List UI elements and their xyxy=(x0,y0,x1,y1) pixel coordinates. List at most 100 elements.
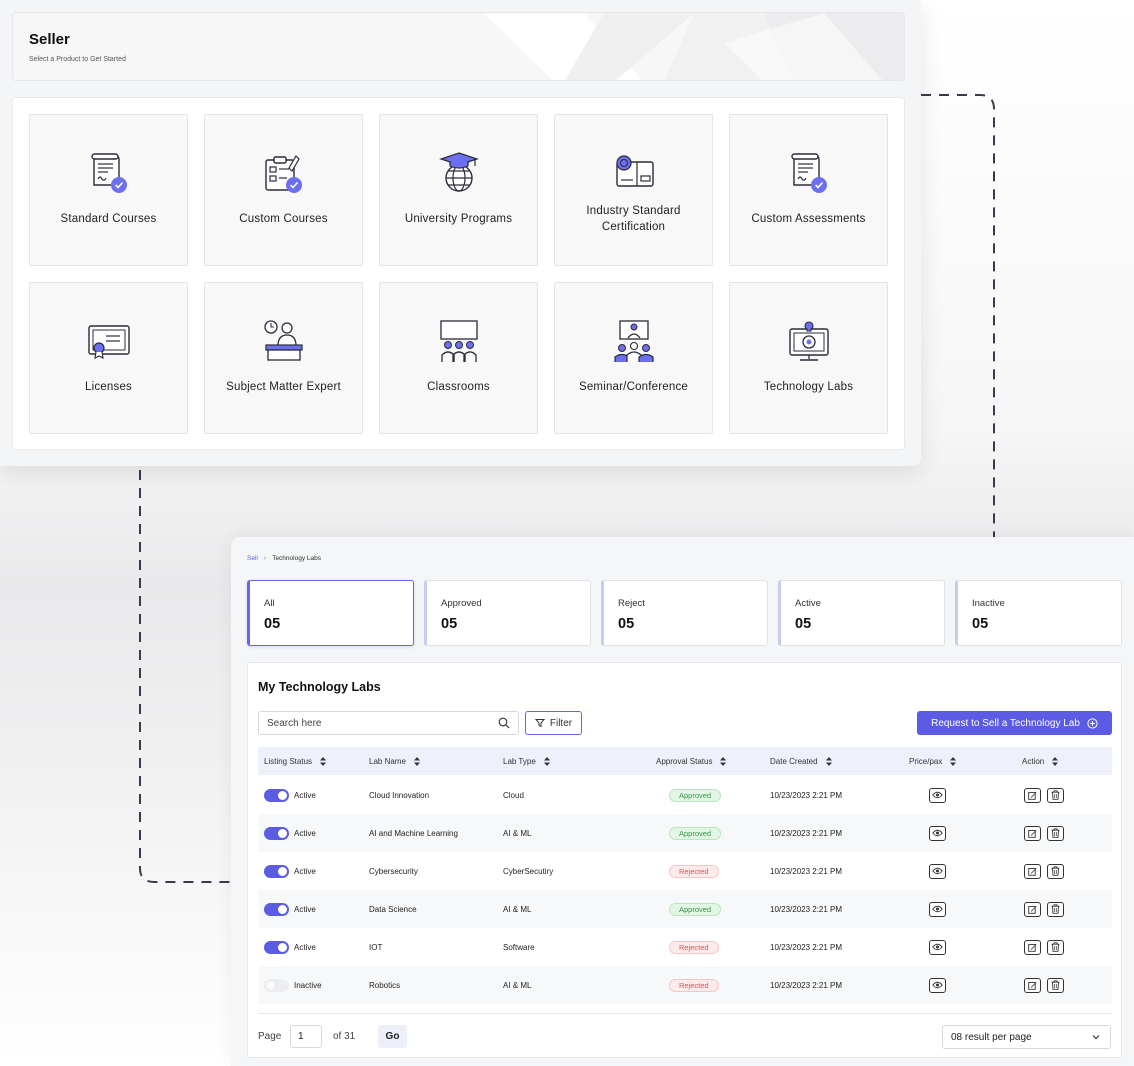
stat-card-approved[interactable]: Approved 05 xyxy=(424,580,591,646)
product-label: University Programs xyxy=(404,213,513,225)
stat-card-reject[interactable]: Reject 05 xyxy=(601,580,768,646)
status-badge: Approved xyxy=(669,788,722,802)
product-card-university-programs[interactable]: University Programs xyxy=(379,114,538,266)
column-label: Listing Status xyxy=(264,757,313,766)
per-page-value: 08 result per page xyxy=(951,1031,1032,1043)
view-price-button[interactable] xyxy=(929,977,946,993)
product-label: Custom Courses xyxy=(239,213,328,225)
view-price-button[interactable] xyxy=(929,787,946,803)
delete-button[interactable] xyxy=(1047,787,1064,803)
delete-button[interactable] xyxy=(1047,939,1064,955)
stat-value: 05 xyxy=(795,616,812,632)
listing-status-cell: Active xyxy=(264,776,316,814)
delete-button[interactable] xyxy=(1047,901,1064,917)
lab-name-cell: AI and Machine Learning xyxy=(369,828,458,838)
results-per-page-select[interactable]: 08 result per page xyxy=(942,1025,1111,1049)
product-card-classrooms[interactable]: Classrooms xyxy=(379,282,538,434)
page-total: of 31 xyxy=(333,1031,356,1042)
stat-card-inactive[interactable]: Inactive 05 xyxy=(955,580,1122,646)
column-lab-name[interactable]: Lab Name xyxy=(369,757,420,766)
edit-button[interactable] xyxy=(1024,825,1041,841)
column-lab-type[interactable]: Lab Type xyxy=(503,757,550,766)
trash-icon xyxy=(1051,980,1060,990)
action-cell xyxy=(1024,966,1064,1004)
edit-button[interactable] xyxy=(1024,863,1041,879)
edit-button[interactable] xyxy=(1024,901,1041,917)
view-price-button[interactable] xyxy=(929,939,946,955)
column-approval-status[interactable]: Approval Status xyxy=(656,757,727,766)
status-badge: Rejected xyxy=(669,864,719,878)
edit-button[interactable] xyxy=(1024,787,1041,803)
price-pax-cell xyxy=(929,890,946,928)
table-row: Active Data Science AI & ML Approved 10/23/2… xyxy=(258,890,1112,928)
product-card-technology-labs[interactable]: Technology Labs xyxy=(729,282,888,434)
view-price-button[interactable] xyxy=(929,825,946,841)
stat-value: 05 xyxy=(618,616,635,632)
stat-card-all[interactable]: All 05 xyxy=(247,580,414,646)
product-card-custom-assessments[interactable]: Custom Assessments xyxy=(729,114,888,266)
view-price-button[interactable] xyxy=(929,901,946,917)
header-decoration xyxy=(484,13,904,80)
search-input[interactable]: Search here xyxy=(258,711,519,735)
column-price-pax[interactable]: Price/pax xyxy=(909,757,957,766)
eye-icon xyxy=(932,943,943,951)
price-pax-cell xyxy=(929,966,946,1004)
column-listing-status[interactable]: Listing Status xyxy=(264,757,327,766)
product-card-seminar-conference[interactable]: Seminar/Conference xyxy=(554,282,713,434)
product-card-custom-courses[interactable]: Custom Courses xyxy=(204,114,363,266)
delete-button[interactable] xyxy=(1047,977,1064,993)
filter-label: Filter xyxy=(549,717,573,729)
page-number-input[interactable]: 1 xyxy=(290,1025,322,1048)
edit-icon xyxy=(1028,905,1037,914)
view-price-button[interactable] xyxy=(929,863,946,879)
product-label: Standard Courses xyxy=(60,213,157,225)
request-to-sell-button[interactable]: Request to Sell a Technology Lab xyxy=(917,711,1112,735)
breadcrumb-sell-link[interactable]: Sell xyxy=(247,555,258,562)
filter-button[interactable]: Filter xyxy=(525,711,582,735)
stat-value: 05 xyxy=(441,616,458,632)
product-card-subject-matter-expert[interactable]: Subject Matter Expert xyxy=(204,282,363,434)
listing-status-toggle[interactable] xyxy=(264,826,289,840)
product-card-industry-certification[interactable]: Industry Standard Certification xyxy=(554,114,713,266)
listing-status-toggle[interactable] xyxy=(264,940,289,954)
license-icon xyxy=(87,325,130,359)
listing-status-toggle[interactable] xyxy=(264,864,289,878)
price-pax-cell xyxy=(929,776,946,814)
lab-name-cell: Cloud Innovation xyxy=(369,790,430,800)
edit-icon xyxy=(1028,943,1037,952)
listing-status-toggle[interactable] xyxy=(264,902,289,916)
delete-button[interactable] xyxy=(1047,863,1064,879)
plus-circle-icon xyxy=(1087,717,1098,729)
stat-card-active[interactable]: Active 05 xyxy=(778,580,945,646)
action-cell xyxy=(1024,890,1064,928)
trash-icon xyxy=(1051,790,1060,800)
chevron-down-icon xyxy=(1092,1035,1100,1040)
sort-icon xyxy=(1052,757,1059,766)
eye-icon xyxy=(932,791,943,799)
product-label: Classrooms xyxy=(427,381,490,393)
lab-name-cell: IOT xyxy=(369,942,383,952)
product-card-licenses[interactable]: Licenses xyxy=(29,282,188,434)
go-button[interactable]: Go xyxy=(378,1025,407,1048)
lab-type-cell: AI & ML xyxy=(503,828,532,838)
product-label: Custom Assessments xyxy=(751,213,866,225)
status-badge: Approved xyxy=(669,826,722,840)
listing-status-toggle[interactable] xyxy=(264,788,289,802)
table-row: Active IOT Software Rejected 10/23/2023 2:21… xyxy=(258,928,1112,966)
column-action[interactable]: Action xyxy=(1022,757,1059,766)
edit-button[interactable] xyxy=(1024,977,1041,993)
date-created-cell: 10/23/2023 2:21 PM xyxy=(770,828,843,838)
footer-divider xyxy=(258,1013,1112,1014)
listing-status-toggle[interactable] xyxy=(264,978,289,992)
delete-button[interactable] xyxy=(1047,825,1064,841)
product-card-standard-courses[interactable]: Standard Courses xyxy=(29,114,188,266)
product-label: Licenses xyxy=(85,381,132,393)
status-badge: Rejected xyxy=(669,978,719,992)
eye-icon xyxy=(932,981,943,989)
column-date-created[interactable]: Date Created xyxy=(770,757,832,766)
product-label: Technology Labs xyxy=(763,381,854,393)
breadcrumb-chevron-icon: › xyxy=(263,555,267,562)
column-label: Lab Type xyxy=(503,757,536,766)
lab-type-cell: Software xyxy=(503,942,535,952)
edit-button[interactable] xyxy=(1024,939,1041,955)
